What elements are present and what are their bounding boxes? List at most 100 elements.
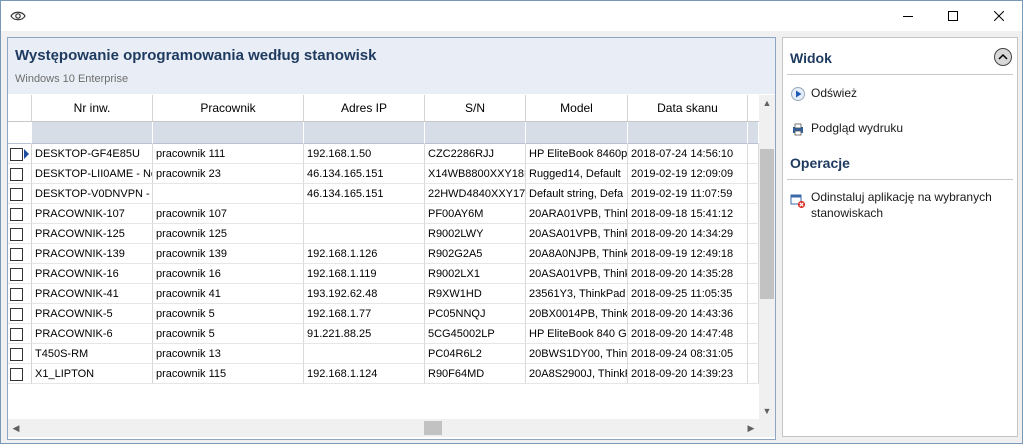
row-selector[interactable] [8,304,32,324]
cell-model[interactable]: 20A8S2900J, ThinkF [526,364,628,384]
row-checkbox[interactable] [10,348,23,361]
cell-nr-inw[interactable]: DESKTOP-V0DNVPN - Ta [32,184,153,204]
cell-pracownik[interactable]: pracownik 139 [153,244,304,264]
data-grid[interactable]: Nr inw. Pracownik Adres IP S/N Model Data ska… [8,95,759,437]
cell-adres-ip[interactable]: 192.168.1.124 [304,364,425,384]
row-checkbox[interactable] [10,208,23,221]
print-preview-action[interactable]: Podgląd wydruku [790,121,903,137]
column-header-data-skanu[interactable]: Data skanu [628,95,748,122]
row-selector[interactable] [8,364,32,384]
cell-sn[interactable]: 5CG45002LP [425,324,526,344]
row-selector[interactable] [8,264,32,284]
cell-data-skanu[interactable]: 2018-09-20 14:43:36 [628,304,748,324]
cell-adres-ip[interactable]: 192.168.1.50 [304,144,425,164]
maximize-button[interactable] [930,1,976,31]
cell-data-skanu[interactable]: 2018-09-20 14:39:23 [628,364,748,384]
cell-pracownik[interactable]: pracownik 41 [153,284,304,304]
cell-adres-ip[interactable]: 192.168.1.119 [304,264,425,284]
row-selector[interactable] [8,184,32,204]
cell-pracownik[interactable]: pracownik 5 [153,304,304,324]
cell-model[interactable]: 23561Y3, ThinkPad [526,284,628,304]
cell-sn[interactable]: R9002LX1 [425,264,526,284]
cell-model[interactable]: HP EliteBook 840 G [526,324,628,344]
cell-adres-ip[interactable]: 91.221.88.25 [304,324,425,344]
column-header-adres-ip[interactable]: Adres IP [304,95,425,122]
cell-data-skanu[interactable]: 2018-09-25 11:05:35 [628,284,748,304]
cell-pracownik[interactable]: pracownik 16 [153,264,304,284]
cell-nr-inw[interactable]: PRACOWNIK-41 [32,284,153,304]
filter-cell-model[interactable] [526,122,628,144]
row-checkbox[interactable] [10,228,23,241]
cell-sn[interactable]: PC05NNQJ [425,304,526,324]
row-checkbox[interactable] [10,288,23,301]
cell-nr-inw[interactable]: PRACOWNIK-125 [32,224,153,244]
cell-model[interactable]: HP EliteBook 8460p [526,144,628,164]
column-header-sn[interactable]: S/N [425,95,526,122]
scroll-left-arrow-icon[interactable]: ◀ [8,420,24,436]
filter-cell-nr-inw[interactable] [32,122,153,144]
cell-data-skanu[interactable]: 2019-02-19 12:09:09 [628,164,748,184]
cell-model[interactable]: 20BWS1DY00, Think [526,344,628,364]
horizontal-scroll-thumb[interactable] [424,421,442,435]
column-header-nr-inw[interactable]: Nr inw. [32,95,153,122]
row-selector[interactable] [8,284,32,304]
cell-model[interactable]: 20ARA01VPB, Think [526,204,628,224]
row-checkbox[interactable] [10,188,23,201]
cell-data-skanu[interactable]: 2018-09-20 14:34:29 [628,224,748,244]
cell-adres-ip[interactable]: 193.192.62.48 [304,284,425,304]
row-selector[interactable] [8,244,32,264]
cell-data-skanu[interactable]: 2019-02-19 11:07:59 [628,184,748,204]
filter-cell-sn[interactable] [425,122,526,144]
cell-pracownik[interactable]: pracownik 125 [153,224,304,244]
cell-sn[interactable]: PF00AY6M [425,204,526,224]
cell-adres-ip[interactable] [304,224,425,244]
collapse-button[interactable] [994,48,1012,66]
cell-pracownik[interactable]: pracownik 23 [153,164,304,184]
row-selector[interactable] [8,164,32,184]
cell-nr-inw[interactable]: DESKTOP-LII0AME - Not [32,164,153,184]
cell-nr-inw[interactable]: T450S-RM [32,344,153,364]
cell-sn[interactable]: R90F64MD [425,364,526,384]
cell-pracownik[interactable]: pracownik 111 [153,144,304,164]
cell-adres-ip[interactable] [304,204,425,224]
cell-nr-inw[interactable]: DESKTOP-GF4E85U [32,144,153,164]
cell-sn[interactable]: CZC2286RJJ [425,144,526,164]
cell-pracownik[interactable]: pracownik 115 [153,364,304,384]
filter-cell-pracownik[interactable] [153,122,304,144]
cell-sn[interactable]: R9002LWY [425,224,526,244]
filter-cell-data-skanu[interactable] [628,122,748,144]
cell-nr-inw[interactable]: PRACOWNIK-139 [32,244,153,264]
cell-adres-ip[interactable]: 46.134.165.151 [304,164,425,184]
cell-adres-ip[interactable] [304,344,425,364]
row-checkbox[interactable] [10,168,23,181]
cell-model[interactable]: 20A8A0NJPB, Think [526,244,628,264]
cell-nr-inw[interactable]: PRACOWNIK-107 [32,204,153,224]
cell-data-skanu[interactable]: 2018-07-24 14:56:10 [628,144,748,164]
row-checkbox[interactable] [10,148,23,161]
column-header-model[interactable]: Model [526,95,628,122]
cell-pracownik[interactable]: pracownik 13 [153,344,304,364]
cell-sn[interactable]: PC04R6L2 [425,344,526,364]
row-checkbox[interactable] [10,368,23,381]
row-selector[interactable] [8,224,32,244]
cell-data-skanu[interactable]: 2018-09-19 12:49:18 [628,244,748,264]
row-selector[interactable] [8,204,32,224]
cell-pracownik[interactable]: pracownik 5 [153,324,304,344]
filter-cell-adres-ip[interactable] [304,122,425,144]
horizontal-scrollbar[interactable]: ◀ ▶ [8,419,759,437]
close-button[interactable] [976,1,1022,31]
cell-data-skanu[interactable]: 2018-09-20 14:35:28 [628,264,748,284]
cell-model[interactable]: 20BX0014PB, Think [526,304,628,324]
cell-sn[interactable]: 22HWD4840XXY17G [425,184,526,204]
uninstall-action[interactable]: Odinstaluj aplikację na wybranych stanowi… [790,189,992,221]
row-checkbox[interactable] [10,308,23,321]
row-selector[interactable] [8,324,32,344]
refresh-action[interactable]: Odśwież [790,86,857,102]
cell-model[interactable]: Rugged14, Default [526,164,628,184]
row-checkbox[interactable] [10,268,23,281]
cell-model[interactable]: 20ASA01VPB, Think [526,224,628,244]
row-checkbox[interactable] [10,328,23,341]
cell-pracownik[interactable] [153,184,304,204]
cell-pracownik[interactable]: pracownik 107 [153,204,304,224]
cell-model[interactable]: 20ASA01VPB, Think [526,264,628,284]
